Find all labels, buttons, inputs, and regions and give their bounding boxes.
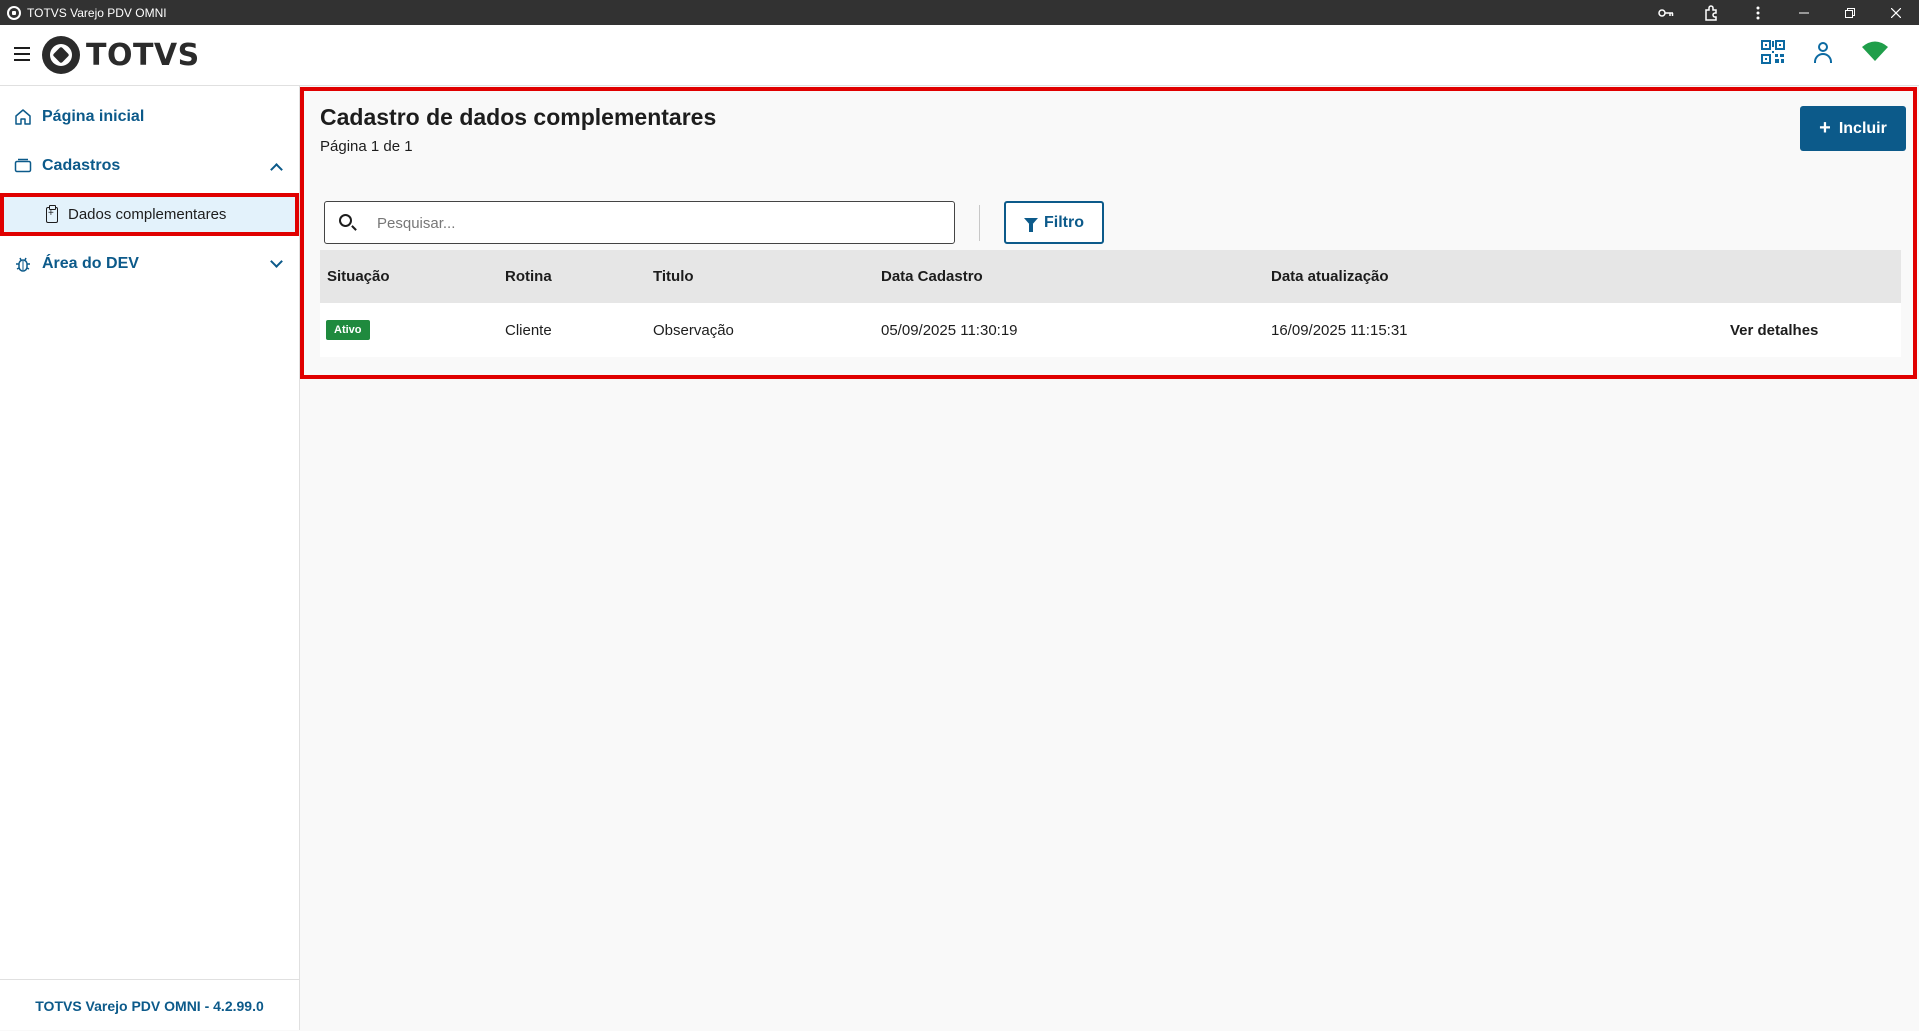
app-version: TOTVS Varejo PDV OMNI - 4.2.99.0 [35,997,264,1014]
sidebar-item-pagina-inicial[interactable]: Página inicial [0,95,299,139]
wifi-icon[interactable] [1861,40,1889,64]
logo-text: TOTVS [86,37,200,73]
sidebar-item-label: Cadastros [42,157,121,174]
sidebar-item-label: Área do DEV [42,255,139,272]
window-title: TOTVS Varejo PDV OMNI [27,5,167,20]
more-vert-icon[interactable] [1735,0,1781,25]
totvs-logo: TOTVS [42,36,200,74]
app-header: TOTVS [0,25,1919,86]
folder-icon [14,157,32,175]
chevron-down-icon [270,255,283,268]
app-icon [7,5,21,20]
sidebar-item-cadastros[interactable]: Cadastros [0,144,299,188]
extension-icon[interactable] [1689,0,1735,25]
close-button[interactable] [1873,0,1919,25]
highlight-box-content [300,87,1917,379]
sidebar-footer: TOTVS Varejo PDV OMNI - 4.2.99.0 [0,979,299,1031]
user-icon[interactable] [1811,40,1835,64]
sidebar-item-dados-complementares[interactable]: Dados complementares [2,195,297,234]
window-titlebar: TOTVS Varejo PDV OMNI [0,0,1919,25]
bug-icon [14,255,32,273]
window-controls [1643,0,1919,25]
clipboard-icon [46,204,58,223]
sidebar-item-label: Dados complementares [68,206,227,223]
restore-button[interactable] [1827,0,1873,25]
home-icon [14,108,32,126]
totvs-logo-mark [42,36,80,74]
qr-code-icon[interactable] [1761,40,1785,64]
minimize-button[interactable] [1781,0,1827,25]
chevron-up-icon [270,163,283,176]
header-actions [1761,40,1889,64]
sidebar-item-area-do-dev[interactable]: Área do DEV [0,242,299,286]
key-icon[interactable] [1643,0,1689,25]
menu-icon[interactable] [14,47,30,61]
sidebar-item-label: Página inicial [42,108,145,125]
